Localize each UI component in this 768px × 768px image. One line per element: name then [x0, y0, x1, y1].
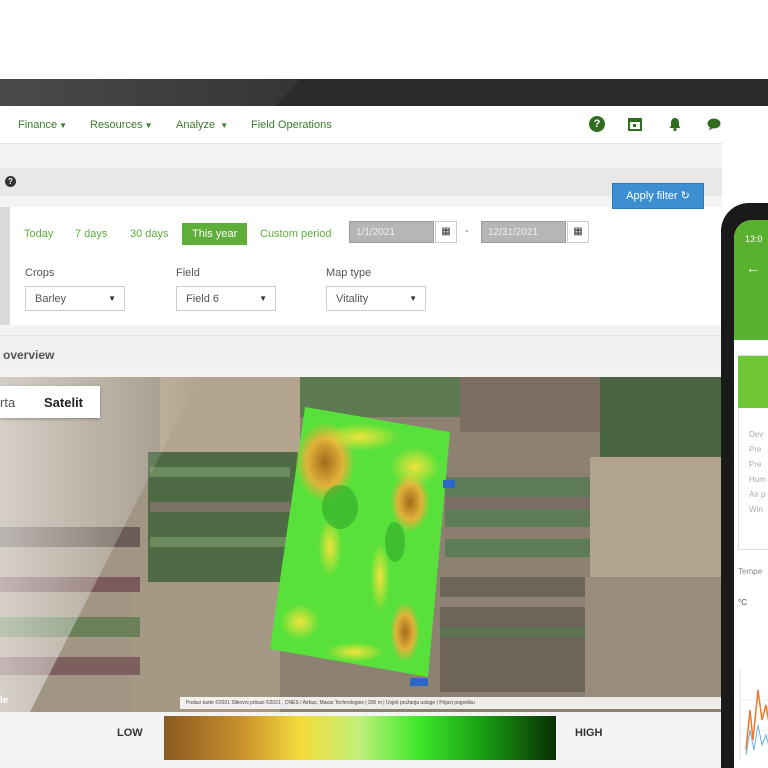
- end-date-input[interactable]: 12/31/2021: [481, 221, 566, 243]
- start-date-input[interactable]: 1/1/2021: [349, 221, 434, 243]
- nav-resources[interactable]: Resources ▼: [90, 119, 153, 131]
- period-custom[interactable]: Custom period: [260, 228, 332, 240]
- vitality-legend-bar: [164, 716, 556, 760]
- crops-value: Barley: [35, 293, 67, 305]
- map-attribution: Podaci karte ©2021 Slikovni prikazi ©202…: [180, 697, 722, 709]
- map-imagery: [0, 377, 722, 712]
- legend-high-label: HIGH: [575, 727, 603, 739]
- refresh-icon: ↻: [680, 190, 690, 202]
- google-logo: le: [0, 695, 9, 706]
- overview-header: overview: [0, 335, 722, 369]
- tab-map[interactable]: rta: [0, 395, 15, 410]
- chevron-down-icon: ▼: [259, 294, 267, 303]
- bezel-shine: [0, 79, 300, 106]
- apply-filter-button[interactable]: Apply filter ↻: [612, 183, 704, 209]
- apply-filter-label: Apply filter: [626, 190, 678, 202]
- weather-line: Win: [749, 505, 763, 514]
- nav-finance[interactable]: Finance ▼: [18, 119, 67, 131]
- chat-icon[interactable]: [706, 116, 722, 132]
- calendar-icon[interactable]: [627, 116, 643, 132]
- weather-line: Dev: [749, 430, 764, 439]
- temperature-unit: °C: [738, 598, 747, 607]
- field-label: Field: [176, 267, 200, 279]
- date-separator: -: [465, 225, 469, 237]
- phone-header: 13:0 ←: [734, 220, 768, 340]
- tab-satellite[interactable]: Satelit: [44, 395, 83, 410]
- laptop-screen: Finance ▼ Resources ▼ Analyze ▼ Field Oper…: [0, 106, 722, 768]
- chevron-down-icon: ▼: [108, 294, 116, 303]
- weather-line: Hum: [749, 475, 766, 484]
- temperature-sparkline: [739, 670, 768, 760]
- nav-field-operations[interactable]: Field Operations: [251, 119, 332, 131]
- maptype-select[interactable]: Vitality ▼: [326, 286, 426, 311]
- back-arrow-icon[interactable]: ←: [746, 260, 760, 276]
- map-type-tabs: rta Satelit: [0, 386, 100, 418]
- period-30-days[interactable]: 30 days: [130, 228, 169, 240]
- stage: Finance ▼ Resources ▼ Analyze ▼ Field Oper…: [0, 0, 768, 768]
- field-select[interactable]: Field 6 ▼: [176, 286, 276, 311]
- weather-card-header: [738, 356, 768, 408]
- period-this-year[interactable]: This year: [182, 223, 248, 245]
- phone-screen: 13:0 ← Dev Pre Pre Hum Air p Win Tempe °…: [734, 220, 768, 768]
- calendar-icon[interactable]: ▦: [435, 221, 457, 243]
- temperature-label: Tempe: [738, 567, 763, 576]
- nav-analyze[interactable]: Analyze ▼: [176, 119, 228, 131]
- maptype-value: Vitality: [336, 293, 369, 305]
- nav-analyze-label: Analyze: [176, 119, 216, 131]
- weather-line: Pre: [749, 460, 762, 469]
- bell-icon[interactable]: [667, 116, 683, 132]
- calendar-icon[interactable]: ▦: [567, 221, 589, 243]
- crops-select[interactable]: Barley ▼: [25, 286, 125, 311]
- chevron-down-icon: ▼: [409, 294, 417, 303]
- chevron-down-icon: ▼: [144, 121, 153, 130]
- nav-field-operations-label: Field Operations: [251, 119, 332, 131]
- field-value: Field 6: [186, 293, 220, 305]
- legend-low-label: LOW: [117, 727, 143, 739]
- weather-line: Pre: [749, 445, 762, 454]
- chevron-down-icon: ▼: [220, 121, 229, 130]
- nav-finance-label: Finance: [18, 119, 58, 131]
- crops-label: Crops: [25, 267, 55, 279]
- period-7-days[interactable]: 7 days: [75, 228, 107, 240]
- nav-resources-label: Resources: [90, 119, 143, 131]
- maptype-label: Map type: [326, 267, 372, 279]
- satellite-map[interactable]: rta Satelit le Podaci karte ©2021 Slikov…: [0, 377, 722, 712]
- period-today[interactable]: Today: [24, 228, 53, 240]
- weather-line: Air p: [749, 490, 766, 499]
- phone-time: 13:0: [745, 234, 763, 244]
- top-nav: Finance ▼ Resources ▼ Analyze ▼ Field Oper…: [0, 106, 722, 144]
- overview-title: overview: [3, 348, 55, 362]
- filter-panel: Today 7 days 30 days This year Custom pe…: [0, 207, 722, 325]
- info-icon[interactable]: ?: [5, 176, 16, 187]
- help-icon[interactable]: ?: [589, 116, 605, 132]
- chevron-down-icon: ▼: [59, 121, 68, 130]
